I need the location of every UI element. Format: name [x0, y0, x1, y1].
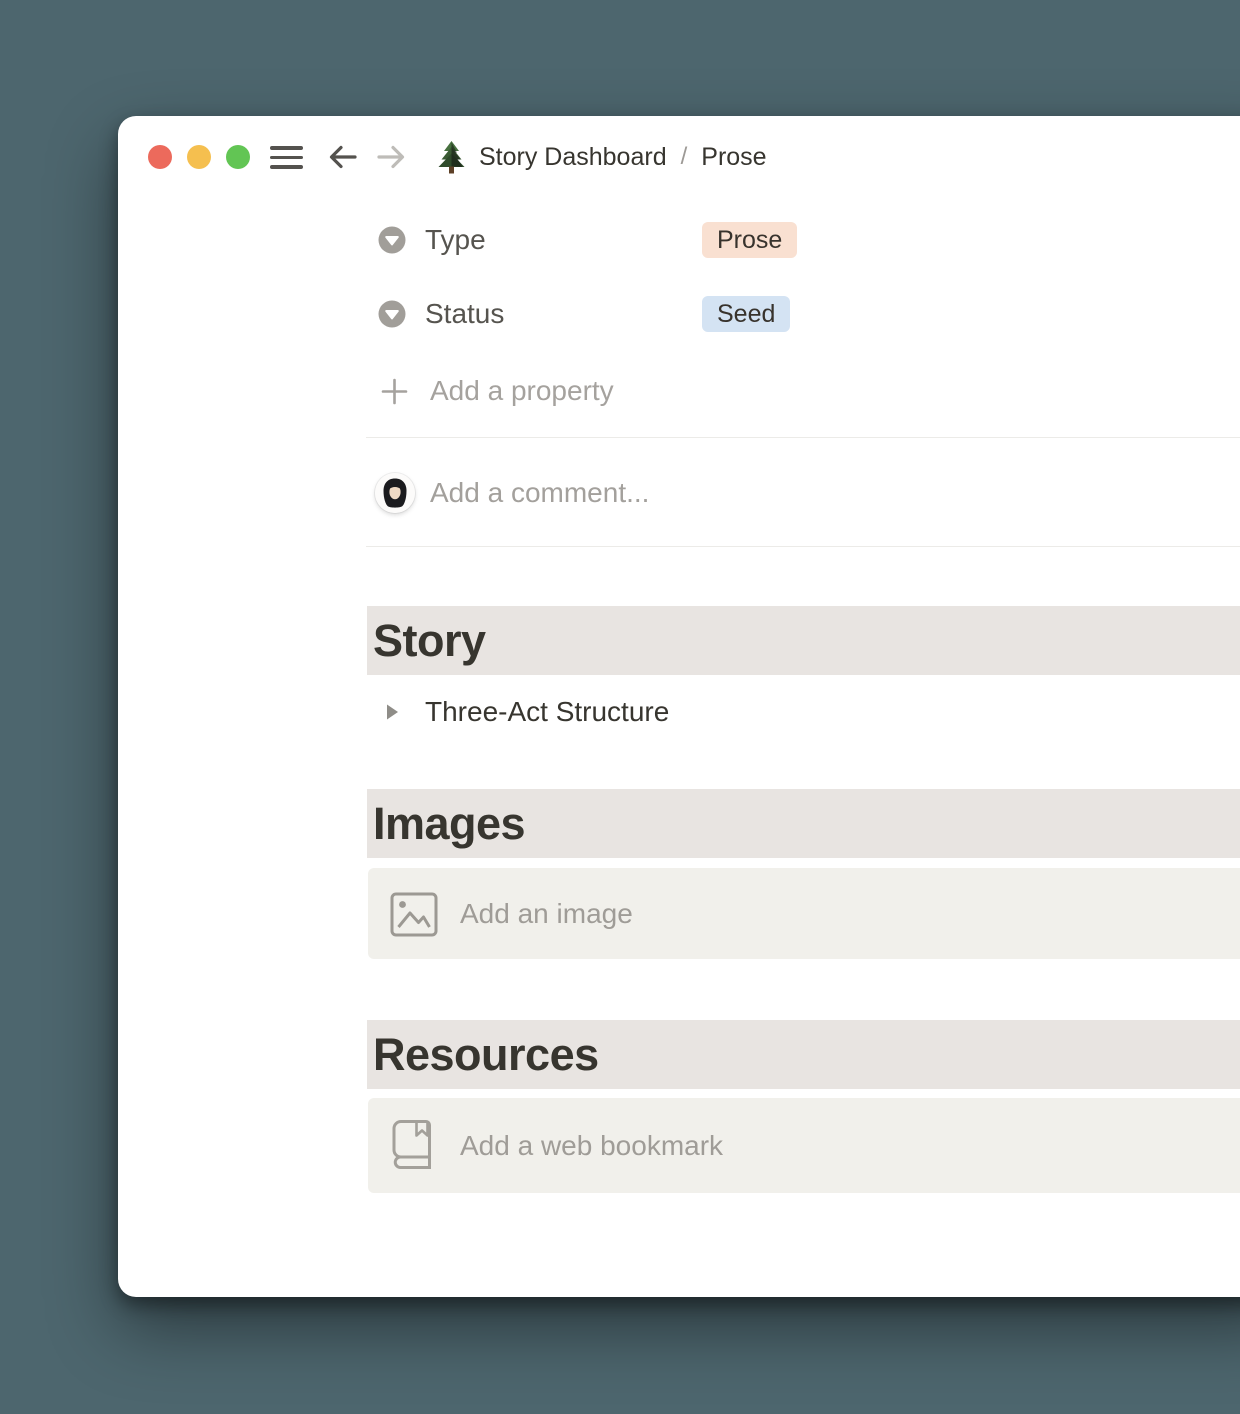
arrow-left-icon	[329, 145, 357, 169]
desktop-background: Story Dashboard / Prose Type Prose Statu…	[0, 0, 1240, 1414]
section-heading-images: Images	[367, 789, 1240, 858]
property-row-type[interactable]: Type Prose	[378, 220, 1240, 260]
menu-icon	[270, 146, 303, 150]
window-close-button[interactable]	[148, 145, 172, 169]
add-property-label: Add a property	[430, 375, 614, 406]
toggle-triangle-icon	[387, 704, 398, 720]
toggle-label: Three-Act Structure	[425, 696, 670, 727]
evergreen-tree-icon	[438, 141, 465, 174]
divider	[366, 437, 1240, 438]
property-row-status[interactable]: Status Seed	[378, 294, 1240, 334]
forward-button[interactable]	[374, 140, 408, 174]
section-heading-text: Resources	[373, 1029, 599, 1080]
property-label: Type	[425, 224, 486, 255]
divider	[366, 546, 1240, 547]
section-heading-text: Images	[373, 798, 526, 849]
breadcrumb: Story Dashboard / Prose	[436, 139, 767, 175]
section-heading-resources: Resources	[367, 1020, 1240, 1089]
add-image-block[interactable]: Add an image	[368, 868, 1240, 959]
window-minimize-button[interactable]	[187, 145, 211, 169]
sidebar-menu-button[interactable]	[270, 146, 303, 169]
plus-icon	[381, 378, 408, 405]
breadcrumb-separator: /	[680, 143, 688, 170]
breadcrumb-root[interactable]: Story Dashboard	[479, 143, 667, 172]
breadcrumb-current[interactable]: Prose	[701, 143, 766, 172]
add-image-label: Add an image	[460, 897, 633, 929]
toggle-three-act-structure[interactable]: Three-Act Structure	[383, 692, 1240, 732]
property-label: Status	[425, 298, 505, 329]
property-value-tag[interactable]: Prose	[702, 222, 798, 258]
section-heading-text: Story	[373, 615, 486, 666]
window-zoom-button[interactable]	[226, 145, 250, 169]
select-property-icon	[378, 300, 406, 328]
comment-placeholder: Add a comment...	[430, 477, 650, 508]
property-value-tag[interactable]: Seed	[702, 296, 791, 332]
back-button[interactable]	[326, 140, 360, 174]
select-property-icon	[378, 226, 406, 254]
app-window: Story Dashboard / Prose Type Prose Statu…	[118, 116, 1240, 1297]
bookmark-book-icon	[392, 1120, 431, 1169]
add-web-bookmark-label: Add a web bookmark	[460, 1129, 724, 1161]
add-web-bookmark-block[interactable]: Add a web bookmark	[368, 1098, 1240, 1193]
user-avatar	[375, 473, 415, 513]
image-icon	[390, 892, 438, 937]
comment-input[interactable]: Add a comment...	[375, 473, 1240, 513]
section-heading-story: Story	[367, 606, 1240, 675]
arrow-right-icon	[377, 145, 405, 169]
add-property-button[interactable]: Add a property	[380, 371, 1240, 411]
